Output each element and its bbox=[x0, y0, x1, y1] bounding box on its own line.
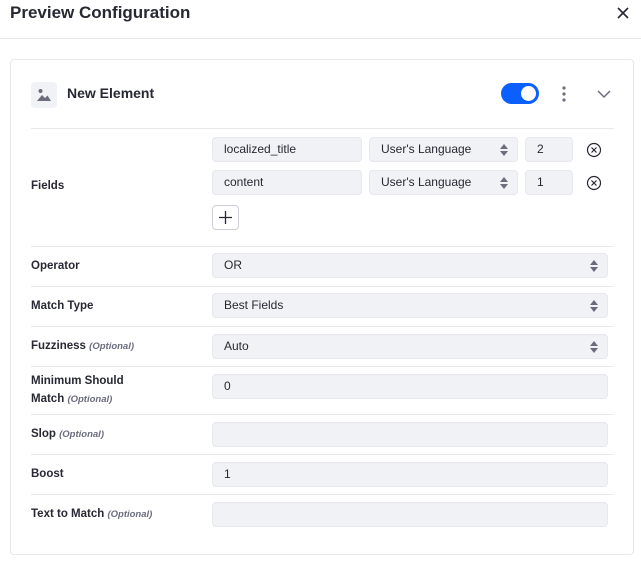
element-title: New Element bbox=[67, 85, 155, 101]
text-to-match-row: Text to Match (Optional) bbox=[31, 494, 614, 534]
operator-label: Operator bbox=[31, 260, 80, 272]
close-button[interactable] bbox=[613, 3, 633, 23]
remove-field-button[interactable] bbox=[586, 142, 602, 158]
slop-label-text: Slop bbox=[31, 428, 56, 440]
fuzziness-label: Fuzziness (Optional) bbox=[31, 337, 134, 356]
element-card: New Element Fields localized_title User'… bbox=[10, 59, 634, 555]
select-arrows-icon bbox=[590, 341, 598, 353]
match-type-select-value: Best Fields bbox=[224, 298, 284, 312]
modal-header: Preview Configuration bbox=[0, 0, 641, 39]
fuzziness-label-text: Fuzziness bbox=[31, 340, 86, 352]
fuzziness-select-value: Auto bbox=[224, 339, 249, 353]
field-name-input[interactable]: content bbox=[212, 170, 362, 195]
minimum-should-match-label-line1: Minimum Should bbox=[31, 375, 124, 387]
fuzziness-row: Fuzziness (Optional) Auto bbox=[31, 326, 614, 366]
toggle-knob bbox=[521, 86, 536, 101]
slop-row: Slop (Optional) bbox=[31, 414, 614, 454]
field-boost-input[interactable]: 1 bbox=[525, 170, 573, 195]
field-name-input[interactable]: localized_title bbox=[212, 137, 362, 162]
select-arrows-icon bbox=[590, 260, 598, 272]
remove-circle-icon bbox=[586, 175, 602, 191]
minimum-should-match-row: Minimum Should Match (Optional) 0 bbox=[31, 366, 614, 414]
locale-select[interactable]: User's Language bbox=[369, 170, 518, 195]
minimum-should-match-label-line2: Match bbox=[31, 393, 65, 405]
text-to-match-label: Text to Match (Optional) bbox=[31, 505, 152, 524]
image-icon bbox=[31, 82, 57, 108]
slop-input[interactable] bbox=[212, 422, 608, 447]
add-field-button[interactable] bbox=[212, 205, 239, 230]
minimum-should-match-input[interactable]: 0 bbox=[212, 374, 608, 399]
optional-tag: (Optional) bbox=[107, 509, 153, 520]
boost-label: Boost bbox=[31, 468, 64, 480]
locale-select-value: User's Language bbox=[381, 175, 472, 189]
remove-circle-icon bbox=[586, 142, 602, 158]
select-arrows-icon bbox=[500, 144, 508, 156]
close-icon bbox=[617, 7, 629, 19]
operator-row: Operator OR bbox=[31, 246, 614, 286]
match-type-select[interactable]: Best Fields bbox=[212, 293, 608, 318]
fields-label: Fields bbox=[31, 180, 65, 192]
fields-row: Fields localized_title User's Language 2… bbox=[31, 128, 614, 246]
minimum-should-match-label: Minimum Should Match (Optional) bbox=[31, 372, 124, 409]
optional-tag: (Optional) bbox=[67, 394, 113, 405]
boost-input[interactable]: 1 bbox=[212, 462, 608, 487]
select-arrows-icon bbox=[500, 177, 508, 189]
match-type-row: Match Type Best Fields bbox=[31, 286, 614, 326]
enable-toggle[interactable] bbox=[501, 83, 539, 104]
match-type-label: Match Type bbox=[31, 300, 94, 312]
boost-row: Boost 1 bbox=[31, 454, 614, 494]
optional-tag: (Optional) bbox=[59, 429, 104, 440]
plus-icon bbox=[219, 211, 232, 224]
fuzziness-select[interactable]: Auto bbox=[212, 334, 608, 359]
locale-select[interactable]: User's Language bbox=[369, 137, 518, 162]
chevron-down-icon bbox=[597, 90, 611, 99]
select-arrows-icon bbox=[590, 300, 598, 312]
operator-select[interactable]: OR bbox=[212, 253, 608, 278]
collapse-button[interactable] bbox=[596, 86, 612, 102]
operator-select-value: OR bbox=[224, 258, 242, 272]
locale-select-value: User's Language bbox=[381, 142, 472, 156]
options-menu-button[interactable] bbox=[557, 84, 571, 104]
kebab-icon bbox=[562, 86, 566, 102]
slop-label: Slop (Optional) bbox=[31, 425, 104, 444]
text-to-match-input[interactable] bbox=[212, 502, 608, 527]
remove-field-button[interactable] bbox=[586, 175, 602, 191]
text-to-match-label-text: Text to Match bbox=[31, 508, 105, 520]
field-boost-input[interactable]: 2 bbox=[525, 137, 573, 162]
modal-title: Preview Configuration bbox=[10, 3, 191, 22]
optional-tag: (Optional) bbox=[89, 341, 135, 352]
